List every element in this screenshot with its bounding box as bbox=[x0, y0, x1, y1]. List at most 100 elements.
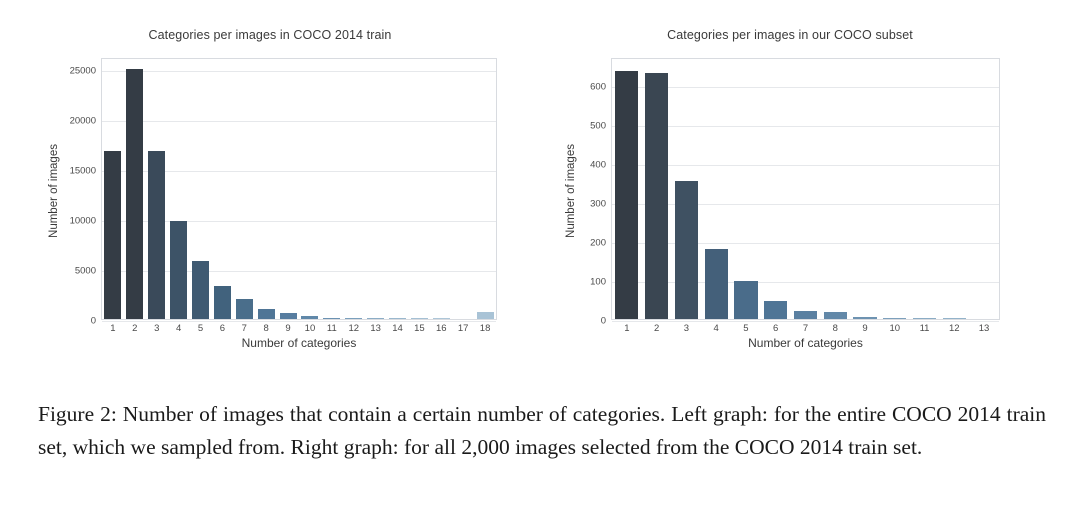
x-axis-tick-label: 2 bbox=[132, 323, 138, 334]
x-axis-tick-label: 1 bbox=[110, 323, 116, 334]
bar-cell bbox=[365, 59, 387, 319]
x-axis-tick-label: 17 bbox=[457, 323, 469, 334]
bar-cell bbox=[190, 59, 212, 319]
bar bbox=[126, 69, 144, 319]
bar-cell bbox=[124, 59, 146, 319]
bar bbox=[279, 313, 297, 319]
x-axis-tick-label: 7 bbox=[802, 323, 809, 334]
bar-cell bbox=[474, 59, 496, 319]
bar bbox=[823, 311, 847, 319]
bar bbox=[942, 317, 966, 319]
bar-cell bbox=[820, 59, 850, 319]
x-axis-tick-label: 8 bbox=[263, 323, 269, 334]
bar-cell bbox=[701, 59, 731, 319]
x-axis-tick-label: 5 bbox=[197, 323, 204, 334]
x-axis-tick-label: 6 bbox=[219, 323, 226, 334]
bar-cell bbox=[430, 59, 452, 319]
bar-cell bbox=[168, 59, 190, 319]
y-axis-tick-label: 15000 bbox=[69, 165, 96, 177]
x-axis-tick-label: 10 bbox=[889, 323, 901, 334]
bar-cell bbox=[969, 59, 999, 319]
bar bbox=[323, 317, 341, 319]
bar bbox=[191, 260, 210, 319]
x-axis-tick-label: 12 bbox=[348, 323, 360, 334]
x-axis-tick-label: 3 bbox=[154, 323, 160, 334]
x-axis-tick-label: 13 bbox=[978, 323, 990, 334]
gridline bbox=[102, 321, 496, 322]
figure-caption: Figure 2: Number of images that contain … bbox=[38, 402, 1046, 459]
y-axis-tick-label: 20000 bbox=[69, 115, 96, 127]
bar bbox=[645, 72, 669, 319]
y-axis-tick-label: 5000 bbox=[74, 265, 96, 277]
bar-series-left bbox=[102, 59, 496, 319]
y-axis-tick-label: 500 bbox=[590, 120, 606, 132]
y-axis-label-right: Number of images bbox=[565, 144, 577, 238]
bar-cell bbox=[211, 59, 233, 319]
bar-cell bbox=[672, 59, 702, 319]
bar-cell bbox=[146, 59, 168, 319]
plot-area-right: 0 100 200 300 400 500 600 1 2 3 4 5 6 7 8 9 10 11 12 13 bbox=[590, 58, 1000, 334]
bar bbox=[476, 312, 494, 319]
bar bbox=[104, 151, 122, 319]
bar-cell bbox=[233, 59, 255, 319]
x-axis-tick-label: 12 bbox=[949, 323, 960, 334]
bar bbox=[410, 318, 428, 319]
bar-cell bbox=[761, 59, 791, 319]
x-axis-tick-label: 6 bbox=[773, 323, 779, 334]
bar bbox=[912, 318, 937, 319]
x-axis-tick-label: 5 bbox=[743, 323, 749, 334]
bar bbox=[704, 248, 728, 319]
x-axis-tick-label: 2 bbox=[653, 323, 660, 334]
y-axis-tick-label: 600 bbox=[590, 81, 606, 93]
bar bbox=[615, 70, 639, 319]
y-axis-tick-label: 100 bbox=[590, 276, 606, 288]
bar bbox=[674, 180, 699, 319]
x-axis-tick-label: 11 bbox=[919, 323, 930, 334]
bar bbox=[301, 315, 319, 319]
x-axis-tick-label: 16 bbox=[436, 323, 447, 334]
chart-our-coco-subset: Categories per images in our COCO subset… bbox=[540, 0, 1040, 375]
bar bbox=[213, 285, 231, 319]
bar-cell bbox=[731, 59, 761, 319]
bar-cell bbox=[408, 59, 430, 319]
bar bbox=[734, 281, 758, 319]
plot-area-left: 0 5000 10000 15000 20000 25000 1 2 3 4 5 6 7 8 9 10 11 1… bbox=[70, 58, 497, 334]
bar bbox=[345, 318, 363, 319]
x-axis-tick-label: 13 bbox=[370, 323, 381, 334]
y-axis-tick-label: 25000 bbox=[69, 65, 96, 77]
bar bbox=[764, 300, 788, 319]
bar-cell bbox=[850, 59, 880, 319]
bar-cell bbox=[255, 59, 277, 319]
bar-cell bbox=[343, 59, 365, 319]
chart-title-right: Categories per images in our COCO subset bbox=[667, 28, 913, 42]
bar-cell bbox=[939, 59, 969, 319]
bar-cell bbox=[277, 59, 299, 319]
x-axis-tick-label: 15 bbox=[414, 323, 425, 334]
bar-cell bbox=[612, 59, 642, 319]
bar-cell bbox=[452, 59, 474, 319]
y-axis-tick-label: 400 bbox=[590, 159, 606, 171]
bar bbox=[883, 317, 907, 319]
x-axis-tick-label: 9 bbox=[285, 323, 291, 334]
bar-series-right bbox=[612, 59, 999, 319]
x-axis-tick-label: 4 bbox=[175, 323, 182, 334]
y-axis-tick-label: 200 bbox=[590, 237, 606, 249]
y-axis-tick-label: 0 bbox=[600, 315, 606, 327]
x-axis-tick-label: 9 bbox=[862, 323, 868, 334]
x-axis-tick-label: 4 bbox=[713, 323, 719, 334]
x-axis-label-left: Number of categories bbox=[241, 336, 357, 350]
gridline bbox=[612, 321, 999, 322]
bar bbox=[170, 220, 188, 319]
bar bbox=[853, 317, 877, 319]
figure-area: Categories per images in COCO 2014 train… bbox=[0, 0, 1080, 375]
y-axis-label-left: Number of images bbox=[48, 144, 60, 238]
bar bbox=[367, 318, 385, 319]
x-axis-tick-label: 8 bbox=[832, 323, 838, 334]
bar bbox=[432, 318, 450, 319]
bar-cell bbox=[321, 59, 343, 319]
bar-cell bbox=[299, 59, 321, 319]
bar-cell bbox=[387, 59, 409, 319]
x-axis-tick-label: 3 bbox=[683, 323, 690, 334]
bar bbox=[235, 299, 253, 319]
bar-cell bbox=[642, 59, 672, 319]
